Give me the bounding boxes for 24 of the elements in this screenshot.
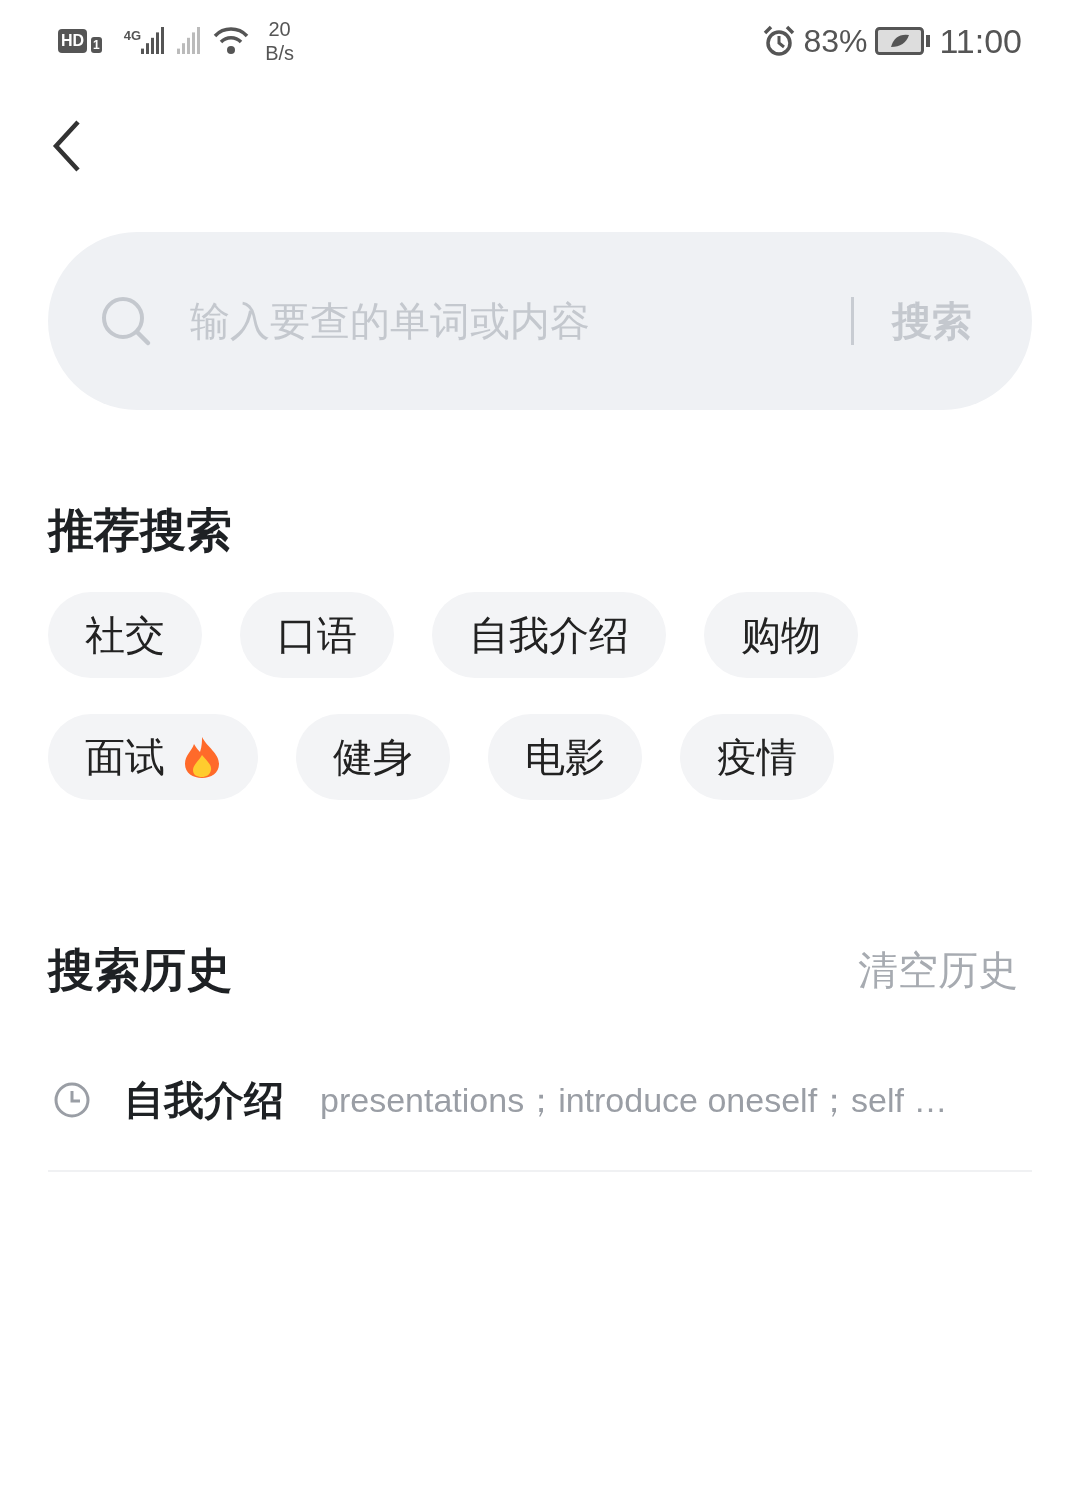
search-tag[interactable]: 疫情 <box>680 714 834 800</box>
history-word[interactable]: 自我介绍 <box>124 1070 284 1130</box>
battery-percent: 83% <box>803 22 868 61</box>
hd-badge: HD <box>58 29 88 53</box>
history-meaning: presentations；introduce oneself；self … <box>320 1079 948 1121</box>
search-tag[interactable]: 社交 <box>48 592 202 678</box>
search-tag[interactable]: 健身 <box>296 714 450 800</box>
search-tag[interactable]: 自我介绍 <box>432 592 666 678</box>
search-tag[interactable]: 口语 <box>240 592 394 678</box>
section-title: 推荐搜索 <box>48 503 233 558</box>
clock-icon <box>52 1080 92 1120</box>
network-speed: 20 <box>268 17 291 41</box>
wifi-icon <box>213 26 250 56</box>
search-tag[interactable]: 电影 <box>488 714 642 800</box>
sim-badge: 1 <box>91 37 102 53</box>
search-tag[interactable]: 购物 <box>704 592 858 678</box>
network-label: 4G <box>123 27 142 45</box>
section-title: 搜索历史 <box>48 943 232 998</box>
search-icon <box>100 295 152 347</box>
search-tag[interactable]: 面试 <box>48 714 258 800</box>
alarm-icon <box>763 25 796 57</box>
speed-unit: B/s <box>265 41 295 65</box>
clock-time: 11:00 <box>939 20 1022 62</box>
battery-icon <box>875 27 932 55</box>
